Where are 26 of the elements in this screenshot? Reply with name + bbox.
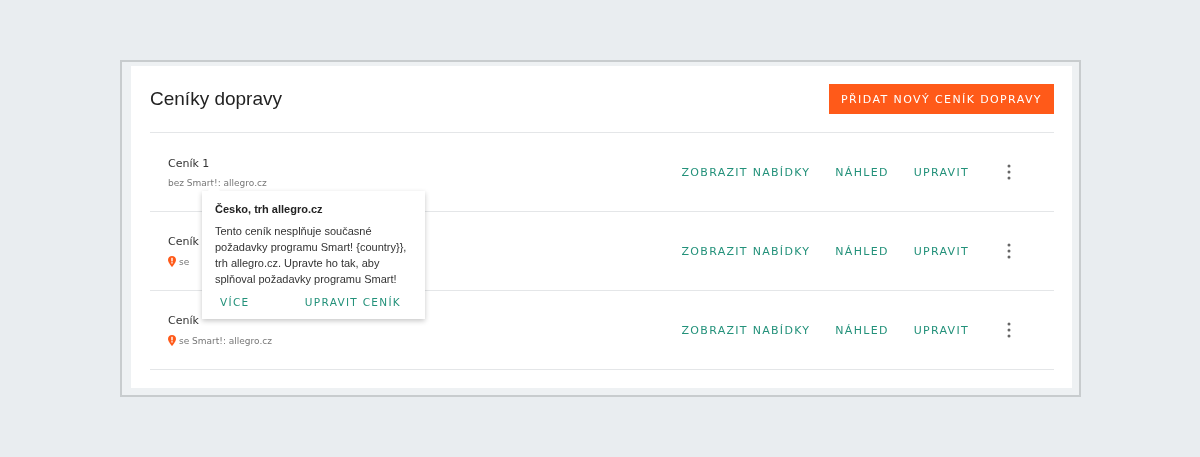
action-link[interactable]: ZOBRAZIT NABÍDKY: [681, 165, 811, 179]
price-list-name: Ceník 1: [168, 156, 210, 170]
price-list-name: Ceník: [168, 235, 199, 248]
popover-text: Tento ceník nesplňuje současné požadavky programu Smart! {country}}, trh allegro.cz. Upravte ho tak, aby splňoval požadavky programu Smart!: [215, 224, 408, 287]
action-link[interactable]: UPRAVIT: [913, 165, 969, 179]
price-list-name: Ceník: [168, 314, 199, 327]
warning-icon: [168, 256, 176, 267]
more-icon[interactable]: [1007, 164, 1011, 180]
action-link[interactable]: UPRAVIT: [913, 323, 969, 337]
popover-title: Česko, trh allegro.cz: [215, 203, 324, 215]
action-link[interactable]: UPRAVIT: [913, 244, 969, 258]
popover-link[interactable]: VÍCE: [220, 296, 250, 308]
price-list-subtitle: se Smart!: allegro.cz: [179, 335, 272, 346]
warning-icon: [168, 335, 176, 346]
more-icon[interactable]: [1007, 322, 1011, 338]
popover-link[interactable]: UPRAVIT CENÍK: [304, 296, 401, 308]
add-price-list-button[interactable]: PŘIDAT NOVÝ CENÍK DOPRAVY: [829, 84, 1054, 114]
action-link[interactable]: NÁHLED: [835, 244, 889, 258]
action-link[interactable]: ZOBRAZIT NABÍDKY: [681, 323, 811, 337]
more-icon[interactable]: [1007, 243, 1011, 259]
action-link[interactable]: ZOBRAZIT NABÍDKY: [681, 244, 811, 258]
action-link[interactable]: NÁHLED: [835, 323, 889, 337]
price-list-subtitle: se: [179, 256, 190, 267]
price-list-subtitle: bez Smart!: allegro.cz: [168, 177, 267, 188]
page-title: Ceníky dopravy: [150, 88, 282, 110]
action-link[interactable]: NÁHLED: [835, 165, 889, 179]
